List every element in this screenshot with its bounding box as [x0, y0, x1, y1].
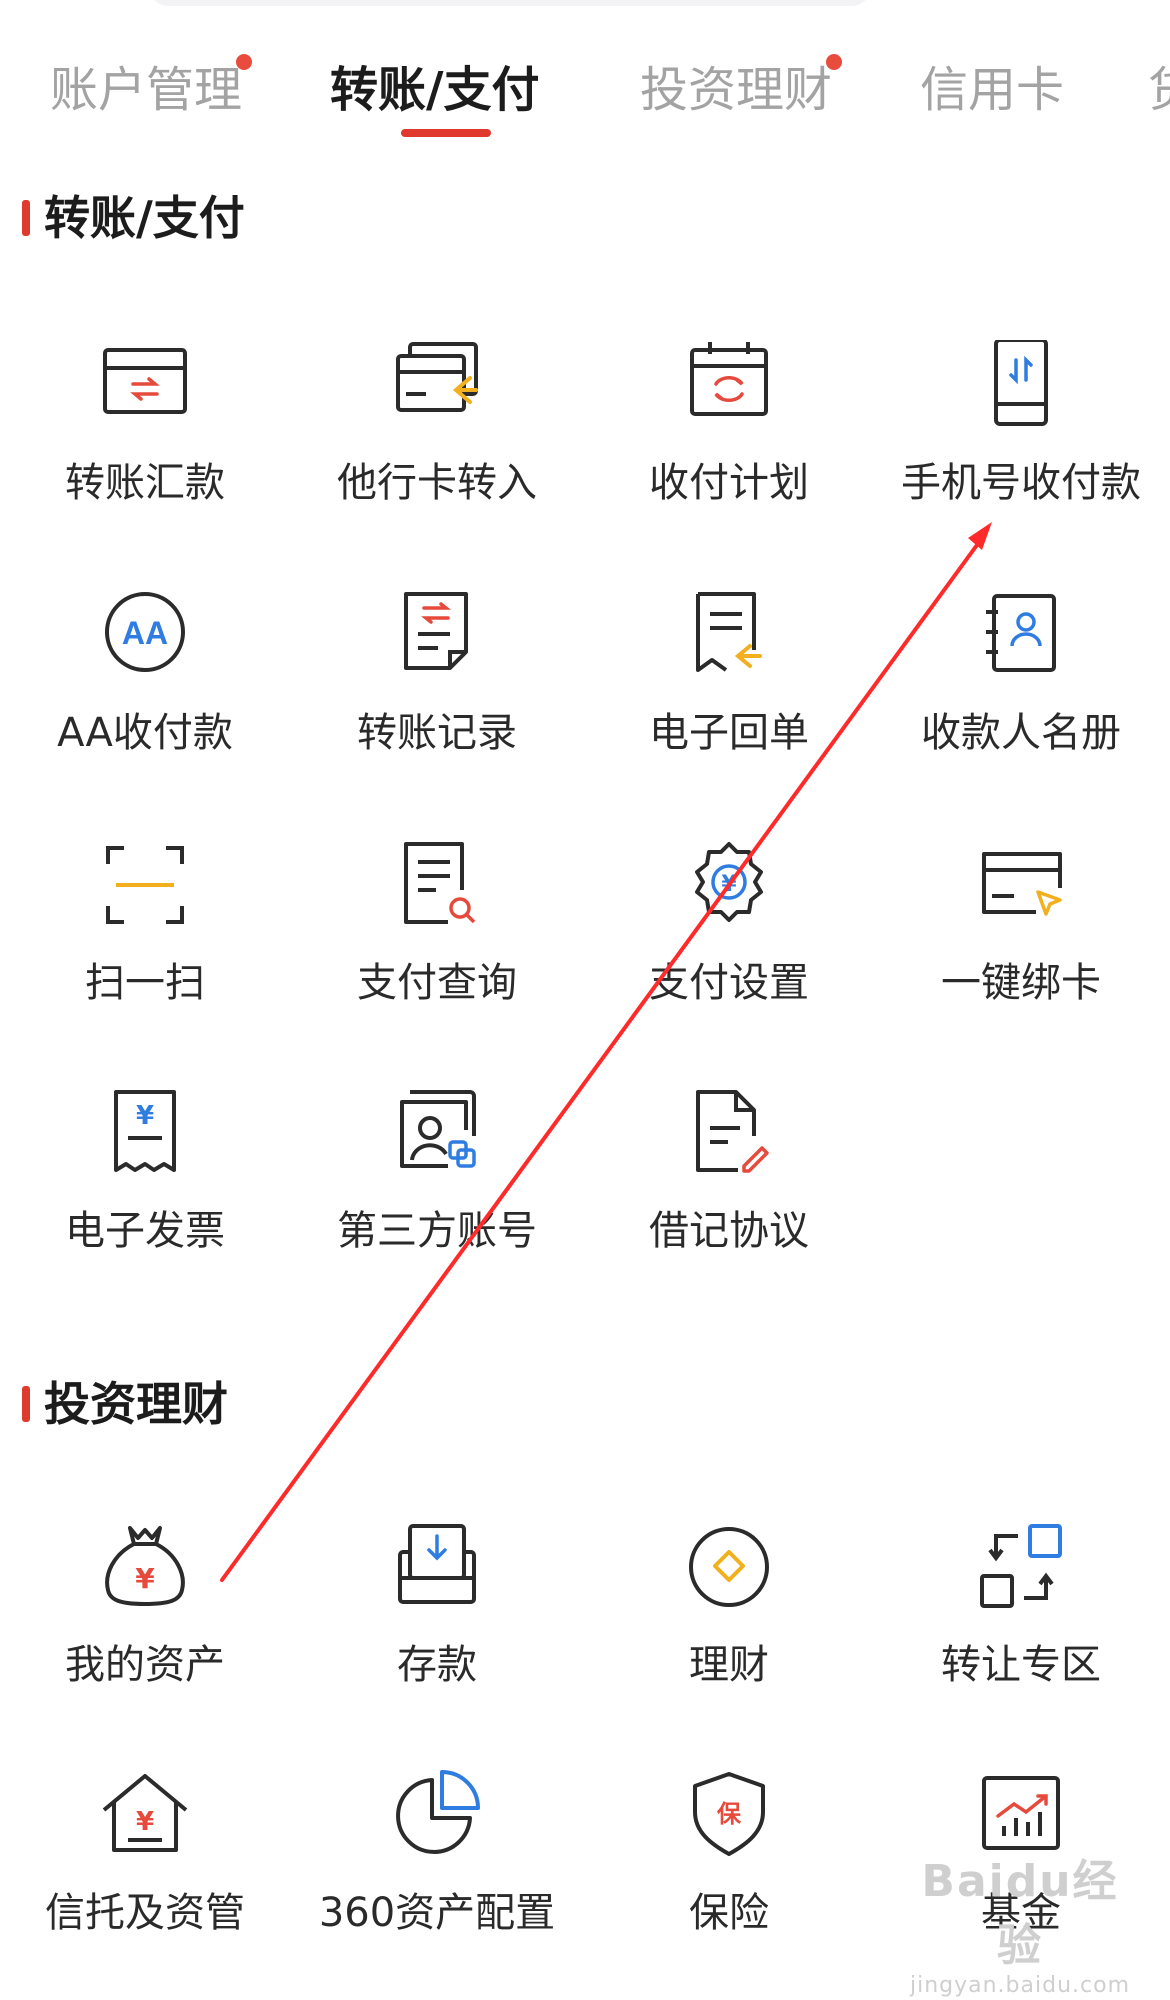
grid-item-aa-payment[interactable]: AA AA收付款: [0, 590, 290, 820]
svg-text:¥: ¥: [136, 1101, 154, 1131]
grid-item-label: 他行卡转入: [337, 460, 537, 506]
grid-item-label: AA收付款: [57, 710, 233, 756]
section-marker: [22, 200, 30, 236]
badge-dot: [826, 54, 843, 70]
grid-item-label: 手机号收付款: [901, 460, 1141, 506]
card-transfer-in-icon: [396, 342, 478, 412]
grid-item-label: 转让专区: [941, 1642, 1101, 1688]
grid-item-transfer-zone[interactable]: 转让专区: [876, 1522, 1166, 1752]
grid-item-label: 360资产配置: [318, 1890, 556, 1936]
grid-item-transfer-record[interactable]: 转账记录: [292, 590, 582, 820]
e-receipt-icon: [696, 592, 762, 672]
tab-loan[interactable]: 贷: [1148, 40, 1170, 140]
svg-text:¥: ¥: [721, 872, 737, 897]
phone-transfer-icon: [994, 340, 1048, 426]
money-bag-icon: ¥: [105, 1526, 185, 1607]
grid-item-payment-plan[interactable]: 收付计划: [584, 340, 874, 570]
aa-payment-icon: AA: [105, 592, 185, 672]
tab-label: 贷: [1148, 62, 1170, 118]
deposit-icon: [398, 1524, 476, 1604]
grid-item-debit-agreement[interactable]: 借记协议: [584, 1088, 874, 1318]
section-title-text: 投资理财: [44, 1377, 228, 1431]
payment-search-icon: [404, 842, 476, 924]
svg-text:AA: AA: [122, 615, 168, 651]
tab-label: 转账/支付: [330, 62, 540, 118]
grid-item-label: 第三方账号: [337, 1208, 537, 1254]
badge-dot: [236, 54, 253, 70]
grid-item-e-invoice[interactable]: ¥ 电子发票: [0, 1088, 290, 1318]
scan-icon: [106, 846, 184, 924]
payment-settings-gear-icon: ¥: [695, 842, 763, 922]
svg-text:¥: ¥: [136, 1807, 154, 1837]
watermark-main: Baidu经验: [921, 1856, 1119, 1971]
grid-item-label: 信托及资管: [45, 1890, 245, 1936]
grid-item-my-assets[interactable]: ¥ 我的资产: [0, 1522, 290, 1752]
grid-item-scan[interactable]: 扫一扫: [0, 840, 290, 1070]
grid-item-phone-transfer[interactable]: 手机号收付款: [876, 340, 1166, 570]
grid-item-label: 我的资产: [65, 1642, 225, 1688]
watermark-sub: jingyan.baidu.com: [909, 1973, 1131, 1998]
tab-investment[interactable]: 投资理财: [640, 40, 843, 140]
grid-item-payment-settings[interactable]: ¥ 支付设置: [584, 840, 874, 1070]
debit-agreement-icon: [696, 1090, 769, 1173]
active-tab-indicator: [401, 129, 491, 137]
grid-item-bind-card[interactable]: 一键绑卡: [876, 840, 1166, 1070]
grid-item-label: 保险: [689, 1890, 769, 1936]
grid-item-label: 支付查询: [357, 960, 517, 1006]
grid-item-label: 存款: [397, 1642, 477, 1688]
bind-card-icon: [982, 852, 1062, 916]
tab-label: 账户管理: [50, 62, 243, 118]
grid-item-deposit[interactable]: 存款: [292, 1522, 582, 1752]
payment-plan-calendar-icon: [690, 342, 768, 416]
insurance-shield-icon: 保: [693, 1772, 765, 1856]
svg-text:¥: ¥: [135, 1562, 155, 1595]
grid-item-label: 收款人名册: [921, 710, 1121, 756]
transfer-card-icon: [103, 348, 187, 414]
grid-item-label: 转账记录: [357, 710, 517, 756]
grid-item-label: 理财: [689, 1642, 769, 1688]
transfer-record-icon: [404, 592, 468, 670]
tab-label: 信用卡: [920, 62, 1065, 118]
section-title-text: 转账/支付: [44, 191, 245, 245]
tab-credit-card[interactable]: 信用卡: [920, 40, 1064, 140]
grid-item-payment-search[interactable]: 支付查询: [292, 840, 582, 1070]
grid-item-label: 转账汇款: [65, 460, 225, 506]
search-bar-edge: [150, 0, 870, 6]
grid-item-transfer[interactable]: 转账汇款: [0, 340, 290, 570]
grid-item-label: 一键绑卡: [941, 960, 1101, 1006]
grid-item-third-party-account[interactable]: 第三方账号: [292, 1088, 582, 1318]
svg-text:保: 保: [716, 1800, 742, 1828]
e-invoice-icon: ¥: [114, 1090, 176, 1172]
section-marker: [22, 1386, 30, 1422]
watermark-logo: Baidu经验 jingyan.baidu.com: [900, 1845, 1140, 1998]
section-title-invest: 投资理财: [22, 1374, 228, 1434]
trust-house-icon: ¥: [102, 1774, 188, 1852]
grid-item-label: 扫一扫: [85, 960, 205, 1006]
third-party-account-icon: [400, 1090, 476, 1168]
grid-item-label: 借记协议: [649, 1208, 809, 1254]
category-tabs: 账户管理 转账/支付 投资理财 信用卡 贷: [0, 40, 1170, 140]
tab-account-management[interactable]: 账户管理: [50, 40, 253, 140]
grid-item-payee-contacts[interactable]: 收款人名册: [876, 590, 1166, 820]
section-title-transfer: 转账/支付: [22, 188, 245, 248]
tab-transfer-payment[interactable]: 转账/支付: [330, 40, 540, 140]
transfer-zone-icon: [980, 1524, 1062, 1608]
grid-item-asset-allocation[interactable]: 360资产配置: [292, 1770, 582, 2000]
asset-pie-chart-icon: [396, 1770, 480, 1854]
grid-item-label: 电子回单: [649, 710, 809, 756]
grid-item-label: 电子发票: [65, 1208, 225, 1254]
grid-item-card-transfer-in[interactable]: 他行卡转入: [292, 340, 582, 570]
grid-item-e-receipt[interactable]: 电子回单: [584, 590, 874, 820]
payee-contacts-icon: [986, 594, 1056, 672]
grid-item-label: 支付设置: [649, 960, 809, 1006]
grid-item-label: 收付计划: [649, 460, 809, 506]
wealth-diamond-icon: [689, 1527, 769, 1607]
grid-item-insurance[interactable]: 保 保险: [584, 1770, 874, 2000]
grid-item-trust[interactable]: ¥ 信托及资管: [0, 1770, 290, 2000]
grid-item-wealth[interactable]: 理财: [584, 1522, 874, 1752]
tab-label: 投资理财: [640, 62, 833, 118]
